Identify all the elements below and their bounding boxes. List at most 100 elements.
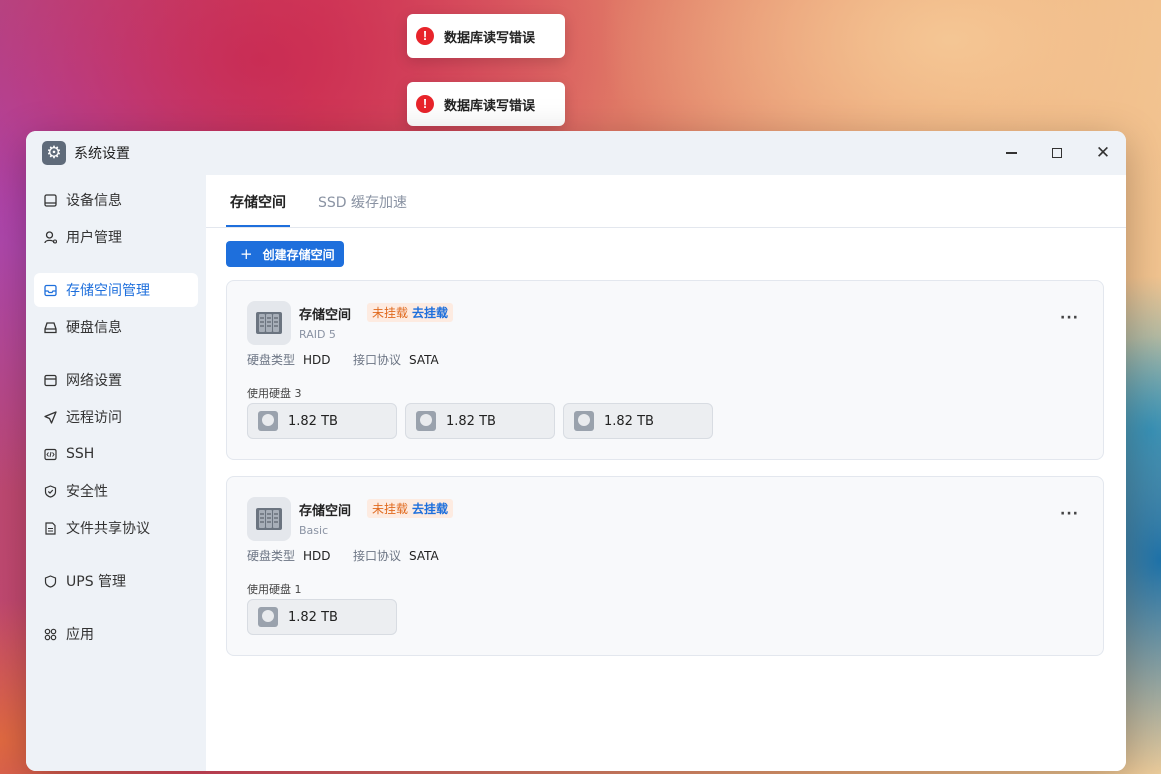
network-icon bbox=[43, 373, 57, 387]
mount-link[interactable]: 去挂载 bbox=[412, 304, 448, 321]
hard-drive-icon bbox=[258, 411, 278, 431]
mount-link[interactable]: 去挂载 bbox=[412, 500, 448, 517]
disk-chip[interactable]: 1.82 TB bbox=[247, 403, 397, 439]
sidebar-item-ups[interactable]: UPS 管理 bbox=[34, 564, 198, 598]
sidebar-item-file-sharing[interactable]: 文件共享协议 bbox=[34, 511, 198, 545]
create-storage-label: 创建存储空间 bbox=[262, 247, 335, 262]
sidebar-item-apps[interactable]: 应用 bbox=[34, 617, 198, 651]
create-storage-button[interactable]: + 创建存储空间 bbox=[226, 241, 344, 267]
active-tab-indicator bbox=[226, 225, 290, 227]
disk-type-label: 硬盘类型 bbox=[247, 353, 296, 367]
sidebar-item-remote-access[interactable]: 远程访问 bbox=[34, 400, 198, 434]
settings-window: ⚙ 系统设置 ✕ 设备信息 用户管理 存储空间管理 硬盘信息 网络设置 远程访问… bbox=[26, 131, 1126, 771]
disk-capacity: 1.82 TB bbox=[446, 413, 496, 429]
shield-icon bbox=[43, 574, 57, 588]
close-icon: ✕ bbox=[1095, 142, 1111, 163]
status-badge: 未挂载 去挂载 bbox=[367, 499, 454, 518]
sidebar-item-label: SSH bbox=[66, 446, 95, 462]
disk-capacity: 1.82 TB bbox=[604, 413, 654, 429]
disk-type: 硬盘类型 HDD bbox=[247, 351, 331, 368]
file-icon bbox=[43, 521, 57, 535]
more-options-button[interactable]: ··· bbox=[1060, 310, 1079, 326]
user-icon bbox=[43, 230, 57, 244]
disk-type: 硬盘类型 HDD bbox=[247, 547, 331, 564]
sidebar-item-label: 用户管理 bbox=[66, 230, 122, 246]
pool-title: 存储空间 bbox=[299, 308, 352, 323]
disk-icon bbox=[43, 320, 57, 334]
disk-capacity: 1.82 TB bbox=[288, 609, 338, 625]
send-icon bbox=[43, 410, 57, 424]
disk-type-label: 硬盘类型 bbox=[247, 549, 296, 563]
disk-chip[interactable]: 1.82 TB bbox=[247, 599, 397, 635]
status-badge: 未挂载 去挂载 bbox=[367, 303, 454, 322]
disk-type-value: HDD bbox=[303, 353, 331, 367]
error-icon: ! bbox=[416, 27, 434, 45]
more-options-button[interactable]: ··· bbox=[1060, 506, 1079, 522]
used-disks-label: 使用硬盘 1 bbox=[247, 583, 302, 596]
interface-protocol: 接口协议 SATA bbox=[353, 547, 439, 564]
interface-protocol: 接口协议 SATA bbox=[353, 351, 439, 368]
sidebar-item-label: 安全性 bbox=[66, 484, 108, 500]
server-icon bbox=[247, 301, 291, 345]
sidebar-item-label: 硬盘信息 bbox=[66, 320, 122, 336]
tab-bar: 存储空间 SSD 缓存加速 bbox=[206, 175, 1126, 228]
sidebar-item-label: 存储空间管理 bbox=[66, 283, 150, 299]
error-toast: ! 数据库读写错误 bbox=[407, 82, 565, 126]
sidebar-item-label: 应用 bbox=[66, 627, 94, 643]
error-toast: ! 数据库读写错误 bbox=[407, 14, 565, 58]
shield-check-icon bbox=[43, 484, 57, 498]
storage-pool-card: 存储空间 未挂载 去挂载 RAID 5 硬盘类型 HDD 接口协议 SATA 使用硬… bbox=[226, 280, 1104, 460]
used-disks-label: 使用硬盘 3 bbox=[247, 387, 302, 400]
sidebar-item-label: 网络设置 bbox=[66, 373, 122, 389]
maximize-button[interactable] bbox=[1045, 141, 1069, 165]
hard-drive-icon bbox=[416, 411, 436, 431]
protocol-value: SATA bbox=[409, 353, 439, 367]
tab-storage[interactable]: 存储空间 bbox=[230, 192, 286, 212]
sidebar-item-network[interactable]: 网络设置 bbox=[34, 363, 198, 397]
apps-icon bbox=[43, 627, 57, 641]
storage-pool-card: 存储空间 未挂载 去挂载 Basic 硬盘类型 HDD 接口协议 SATA 使用硬盘… bbox=[226, 476, 1104, 656]
pool-title: 存储空间 bbox=[299, 504, 352, 519]
close-button[interactable]: ✕ bbox=[1091, 141, 1115, 165]
protocol-value: SATA bbox=[409, 549, 439, 563]
sidebar-item-security[interactable]: 安全性 bbox=[34, 474, 198, 508]
server-icon bbox=[247, 497, 291, 541]
storage-icon bbox=[43, 283, 57, 297]
code-icon bbox=[43, 447, 57, 461]
minimize-button[interactable] bbox=[999, 141, 1023, 165]
sidebar-item-disk-info[interactable]: 硬盘信息 bbox=[34, 310, 198, 344]
title-bar: ⚙ 系统设置 ✕ bbox=[26, 131, 1126, 175]
sidebar-item-device-info[interactable]: 设备信息 bbox=[34, 183, 198, 217]
mount-status: 未挂载 bbox=[372, 502, 409, 516]
raid-level: Basic bbox=[299, 524, 329, 537]
window-title: 系统设置 bbox=[74, 146, 130, 162]
sidebar-item-users[interactable]: 用户管理 bbox=[34, 220, 198, 254]
sidebar-item-label: 文件共享协议 bbox=[66, 521, 150, 537]
maximize-icon bbox=[1052, 148, 1062, 158]
error-icon: ! bbox=[416, 95, 434, 113]
minimize-icon bbox=[1005, 152, 1017, 154]
sidebar-item-label: UPS 管理 bbox=[66, 574, 127, 590]
plus-icon: + bbox=[240, 244, 253, 263]
mount-status: 未挂载 bbox=[372, 306, 409, 320]
sidebar: 设备信息 用户管理 存储空间管理 硬盘信息 网络设置 远程访问 SSH 安全性 … bbox=[26, 175, 206, 771]
toast-message: 数据库读写错误 bbox=[444, 98, 536, 114]
sidebar-item-storage[interactable]: 存储空间管理 bbox=[34, 273, 198, 307]
disk-capacity: 1.82 TB bbox=[288, 413, 338, 429]
protocol-label: 接口协议 bbox=[353, 549, 402, 563]
monitor-icon bbox=[43, 193, 57, 207]
protocol-label: 接口协议 bbox=[353, 353, 402, 367]
disk-chip[interactable]: 1.82 TB bbox=[563, 403, 713, 439]
toast-message: 数据库读写错误 bbox=[444, 30, 536, 46]
main-content: 存储空间 SSD 缓存加速 + 创建存储空间 存储空间 未挂载 去挂载 RAID… bbox=[206, 175, 1126, 771]
raid-level: RAID 5 bbox=[299, 328, 336, 341]
hard-drive-icon bbox=[574, 411, 594, 431]
disk-type-value: HDD bbox=[303, 549, 331, 563]
sidebar-item-label: 远程访问 bbox=[66, 410, 122, 426]
gear-icon: ⚙ bbox=[42, 141, 66, 165]
sidebar-item-label: 设备信息 bbox=[66, 193, 122, 209]
tab-ssd-cache[interactable]: SSD 缓存加速 bbox=[318, 192, 407, 212]
sidebar-item-ssh[interactable]: SSH bbox=[34, 437, 198, 471]
hard-drive-icon bbox=[258, 607, 278, 627]
disk-chip[interactable]: 1.82 TB bbox=[405, 403, 555, 439]
